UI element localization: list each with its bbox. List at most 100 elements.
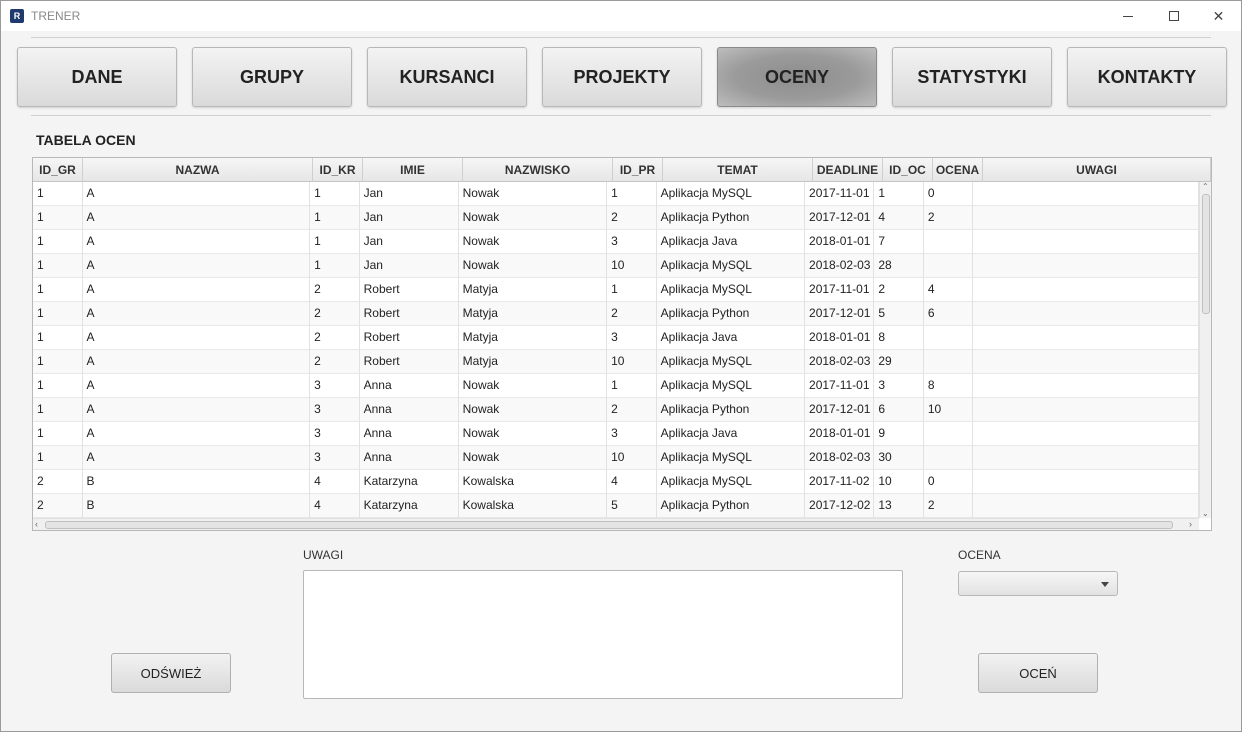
cell-imie[interactable]: Katarzyna xyxy=(360,470,459,494)
cell-nazwisko[interactable]: Nowak xyxy=(459,254,608,278)
cell-uwagi[interactable] xyxy=(973,206,1199,230)
cell-id-oc[interactable]: 4 xyxy=(874,206,924,230)
cell-imie[interactable]: Robert xyxy=(360,350,459,374)
table-row[interactable]: 2 B 4 Katarzyna Kowalska 4 Aplikacja MySQL 2017… xyxy=(33,470,1199,494)
cell-temat[interactable]: Aplikacja MySQL xyxy=(657,374,806,398)
cell-imie[interactable]: Robert xyxy=(360,302,459,326)
cell-id-gr[interactable]: 1 xyxy=(33,278,83,302)
cell-id-oc[interactable]: 28 xyxy=(874,254,924,278)
cell-id-kr[interactable]: 3 xyxy=(310,422,360,446)
cell-imie[interactable]: Anna xyxy=(360,374,459,398)
column-header-nazwa[interactable]: NAZWA xyxy=(83,158,313,182)
close-button[interactable]: ✕ xyxy=(1196,1,1241,31)
cell-nazwa[interactable]: A xyxy=(83,422,311,446)
cell-ocena[interactable]: 10 xyxy=(924,398,974,422)
cell-id-oc[interactable]: 3 xyxy=(874,374,924,398)
cell-imie[interactable]: Anna xyxy=(360,398,459,422)
column-header-nazwisko[interactable]: NAZWISKO xyxy=(463,158,613,182)
cell-nazwa[interactable]: A xyxy=(83,374,311,398)
table-row[interactable]: 1 A 1 Jan Nowak 3 Aplikacja Java 2018-01-01 7 xyxy=(33,230,1199,254)
cell-uwagi[interactable] xyxy=(973,350,1199,374)
cell-id-pr[interactable]: 4 xyxy=(607,470,657,494)
cell-ocena[interactable] xyxy=(924,230,974,254)
cell-id-pr[interactable]: 1 xyxy=(607,278,657,302)
cell-id-gr[interactable]: 2 xyxy=(33,470,83,494)
cell-id-gr[interactable]: 1 xyxy=(33,350,83,374)
cell-id-kr[interactable]: 3 xyxy=(310,374,360,398)
cell-ocena[interactable]: 0 xyxy=(924,182,974,206)
cell-nazwisko[interactable]: Kowalska xyxy=(459,470,608,494)
cell-temat[interactable]: Aplikacja Python xyxy=(657,206,806,230)
maximize-button[interactable] xyxy=(1151,1,1196,31)
cell-imie[interactable]: Robert xyxy=(360,278,459,302)
cell-deadline[interactable]: 2017-11-01 xyxy=(805,374,875,398)
cell-uwagi[interactable] xyxy=(973,398,1199,422)
cell-nazwisko[interactable]: Nowak xyxy=(459,446,608,470)
cell-nazwisko[interactable]: Nowak xyxy=(459,230,608,254)
horizontal-scroll-thumb[interactable] xyxy=(45,521,1173,529)
scroll-up-icon[interactable]: ⌃ xyxy=(1202,182,1209,191)
cell-temat[interactable]: Aplikacja Java xyxy=(657,326,806,350)
cell-uwagi[interactable] xyxy=(973,230,1199,254)
cell-ocena[interactable]: 6 xyxy=(924,302,974,326)
table-row[interactable]: 1 A 3 Anna Nowak 1 Aplikacja MySQL 2017-11-01 3 8 xyxy=(33,374,1199,398)
cell-nazwisko[interactable]: Matyja xyxy=(459,350,608,374)
cell-nazwa[interactable]: B xyxy=(83,494,311,518)
cell-imie[interactable]: Jan xyxy=(360,206,459,230)
cell-uwagi[interactable] xyxy=(973,374,1199,398)
cell-nazwa[interactable]: A xyxy=(83,350,311,374)
cell-imie[interactable]: Anna xyxy=(360,446,459,470)
cell-imie[interactable]: Jan xyxy=(360,182,459,206)
cell-temat[interactable]: Aplikacja MySQL xyxy=(657,182,806,206)
cell-id-pr[interactable]: 1 xyxy=(607,374,657,398)
cell-deadline[interactable]: 2018-01-01 xyxy=(805,326,875,350)
cell-imie[interactable]: Jan xyxy=(360,254,459,278)
cell-id-pr[interactable]: 2 xyxy=(607,206,657,230)
table-row[interactable]: 1 A 2 Robert Matyja 10 Aplikacja MySQL 2018-02-… xyxy=(33,350,1199,374)
cell-id-pr[interactable]: 3 xyxy=(607,326,657,350)
table-row[interactable]: 1 A 2 Robert Matyja 2 Aplikacja Python 2017-12-… xyxy=(33,302,1199,326)
column-header-deadline[interactable]: DEADLINE xyxy=(813,158,883,182)
cell-nazwa[interactable]: B xyxy=(83,470,311,494)
cell-nazwisko[interactable]: Nowak xyxy=(459,206,608,230)
cell-ocena[interactable] xyxy=(924,350,974,374)
cell-uwagi[interactable] xyxy=(973,326,1199,350)
table-row[interactable]: 1 A 1 Jan Nowak 10 Aplikacja MySQL 2018-02-03 28 xyxy=(33,254,1199,278)
cell-uwagi[interactable] xyxy=(973,494,1199,518)
grade-button[interactable]: OCEŃ xyxy=(978,653,1098,693)
cell-deadline[interactable]: 2017-11-01 xyxy=(805,182,875,206)
cell-nazwa[interactable]: A xyxy=(83,206,311,230)
cell-ocena[interactable] xyxy=(924,446,974,470)
cell-nazwa[interactable]: A xyxy=(83,302,311,326)
cell-id-gr[interactable]: 1 xyxy=(33,182,83,206)
column-header-uwagi[interactable]: UWAGI xyxy=(983,158,1211,182)
cell-ocena[interactable]: 2 xyxy=(924,494,974,518)
table-row[interactable]: 1 A 3 Anna Nowak 10 Aplikacja MySQL 2018-02-03 3… xyxy=(33,446,1199,470)
cell-nazwisko[interactable]: Nowak xyxy=(459,422,608,446)
cell-id-oc[interactable]: 2 xyxy=(874,278,924,302)
cell-deadline[interactable]: 2018-01-01 xyxy=(805,230,875,254)
scroll-right-icon[interactable]: › xyxy=(1189,519,1192,530)
tab-statystyki[interactable]: STATYSTYKI xyxy=(892,47,1052,107)
cell-nazwisko[interactable]: Nowak xyxy=(459,374,608,398)
column-header-ocena[interactable]: OCENA xyxy=(933,158,983,182)
cell-nazwa[interactable]: A xyxy=(83,182,311,206)
cell-id-gr[interactable]: 1 xyxy=(33,230,83,254)
cell-imie[interactable]: Jan xyxy=(360,230,459,254)
column-header-id-oc[interactable]: ID_OC xyxy=(883,158,933,182)
cell-id-pr[interactable]: 10 xyxy=(607,446,657,470)
cell-uwagi[interactable] xyxy=(973,254,1199,278)
table-row[interactable]: 1 A 2 Robert Matyja 1 Aplikacja MySQL 2017-11-0… xyxy=(33,278,1199,302)
cell-nazwisko[interactable]: Matyja xyxy=(459,302,608,326)
column-header-temat[interactable]: TEMAT xyxy=(663,158,813,182)
tab-dane[interactable]: DANE xyxy=(17,47,177,107)
cell-id-pr[interactable]: 1 xyxy=(607,182,657,206)
cell-id-pr[interactable]: 5 xyxy=(607,494,657,518)
cell-id-kr[interactable]: 1 xyxy=(310,230,360,254)
table-row[interactable]: 2 B 4 Katarzyna Kowalska 5 Aplikacja Python 201… xyxy=(33,494,1199,518)
cell-id-gr[interactable]: 1 xyxy=(33,446,83,470)
cell-id-oc[interactable]: 6 xyxy=(874,398,924,422)
cell-nazwa[interactable]: A xyxy=(83,254,311,278)
cell-ocena[interactable] xyxy=(924,422,974,446)
cell-temat[interactable]: Aplikacja Java xyxy=(657,230,806,254)
